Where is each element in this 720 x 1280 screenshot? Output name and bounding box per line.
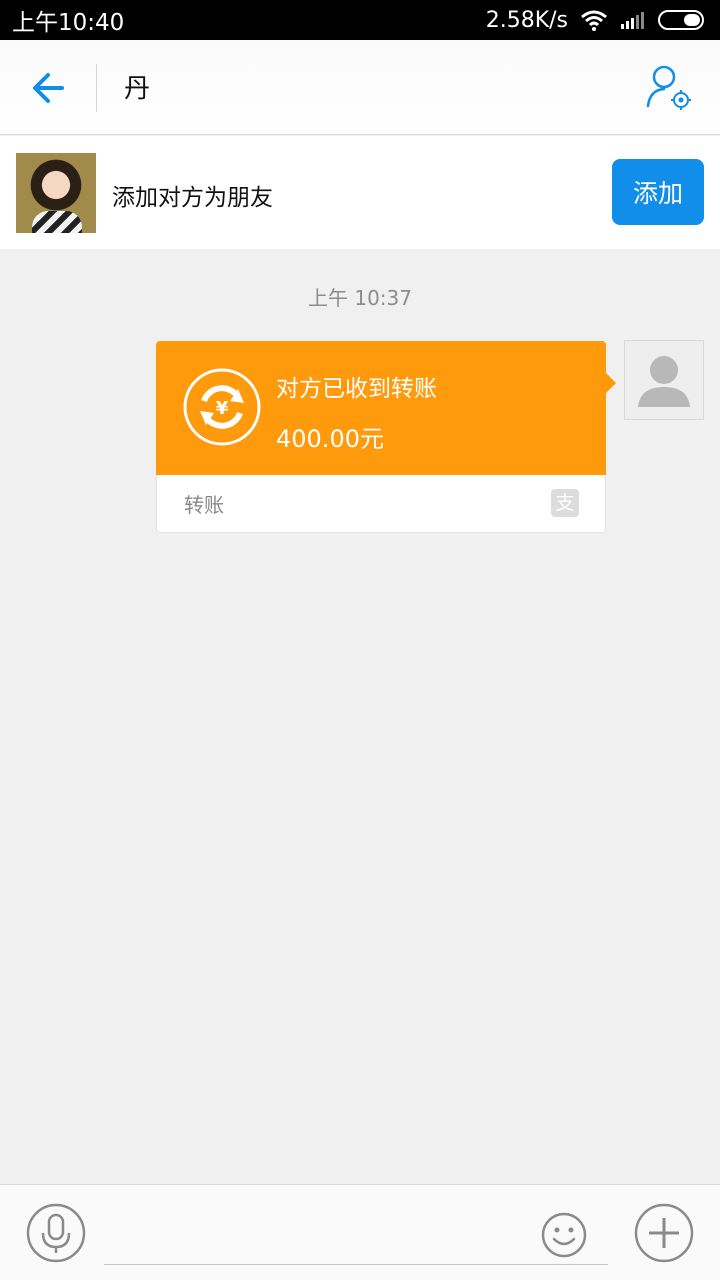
alipay-logo-icon: 支	[551, 489, 579, 517]
contact-avatar[interactable]	[16, 153, 96, 233]
message-input-bar	[0, 1184, 720, 1280]
add-friend-prompt: 添加对方为朋友	[112, 185, 273, 211]
transfer-message-card[interactable]: ¥ 对方已收到转账 400.00元 转账 支	[156, 341, 616, 533]
transfer-amount: 400.00元	[276, 425, 384, 453]
transfer-status: 对方已收到转账	[276, 376, 437, 402]
status-indicators: 2.58K/s	[486, 8, 706, 33]
add-friend-bar: 添加对方为朋友 添加	[0, 136, 720, 249]
add-friend-button[interactable]: 添加	[612, 159, 704, 225]
my-avatar[interactable]	[624, 340, 704, 420]
wifi-icon	[581, 10, 607, 31]
back-arrow-icon[interactable]	[22, 62, 74, 114]
profile-settings-icon[interactable]	[644, 62, 696, 114]
default-user-icon	[638, 356, 690, 407]
battery-icon	[658, 10, 704, 30]
status-time: 上午10:40	[12, 10, 125, 36]
avatar-clothing	[32, 211, 82, 233]
status-bar: 上午10:40 2.58K/s	[0, 0, 720, 40]
microphone-icon[interactable]	[26, 1203, 86, 1263]
bubble-tail	[606, 373, 616, 393]
network-speed: 2.58K/s	[485, 7, 568, 33]
transfer-type-label: 转账	[184, 493, 224, 517]
plus-icon[interactable]	[634, 1203, 694, 1263]
transfer-yuan-icon: ¥	[183, 368, 261, 446]
title-bar: 丹	[0, 40, 720, 135]
chat-screen: 上午10:40 2.58K/s 丹 添加对方为朋友 添加 上午 10:37 ¥ …	[0, 0, 720, 1280]
transfer-card-header: ¥ 对方已收到转账 400.00元	[156, 341, 606, 475]
transfer-card-footer: 转账 支	[156, 475, 606, 533]
message-timestamp: 上午 10:37	[308, 286, 412, 310]
title-divider	[96, 64, 97, 112]
svg-text:¥: ¥	[216, 398, 229, 419]
message-input[interactable]	[104, 1209, 608, 1265]
page-title: 丹	[124, 74, 151, 104]
emoji-icon[interactable]	[540, 1211, 588, 1259]
signal-icon	[621, 12, 644, 29]
